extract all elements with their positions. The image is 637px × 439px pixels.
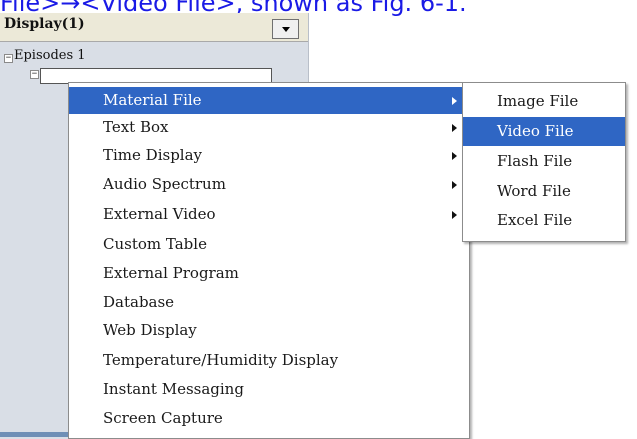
menu-item-label: Audio Spectrum <box>103 175 226 193</box>
menu-item-label: Temperature/Humidity Display <box>103 351 339 369</box>
tree-node-episodes[interactable]: Episodes 1 <box>14 48 86 63</box>
menu-item-instant-messaging[interactable]: Instant Messaging <box>69 376 469 403</box>
menu-item-temperature-humidity-display[interactable]: Temperature/Humidity Display <box>69 347 469 374</box>
context-menu: Material File Text Box Time Display Audi… <box>68 82 470 439</box>
menu-item-label: Web Display <box>103 321 197 339</box>
menu-item-time-display[interactable]: Time Display <box>69 142 469 169</box>
scrollbar[interactable] <box>0 432 70 437</box>
submenu-item-label: Flash File <box>497 152 573 170</box>
submenu-arrow-icon <box>452 97 457 105</box>
menu-item-label: Text Box <box>103 118 169 136</box>
submenu-item-label: Excel File <box>497 211 573 229</box>
menu-item-material-file[interactable]: Material File <box>69 87 469 114</box>
menu-item-text-box[interactable]: Text Box <box>69 114 469 141</box>
material-file-submenu: Image File Video File Flash File Word Fi… <box>462 82 626 242</box>
submenu-arrow-icon <box>452 124 457 132</box>
submenu-item-word-file[interactable]: Word File <box>463 177 625 206</box>
submenu-arrow-icon <box>452 211 457 219</box>
menu-item-label: External Video <box>103 205 216 223</box>
menu-item-screen-capture[interactable]: Screen Capture <box>69 405 469 432</box>
menu-item-external-video[interactable]: External Video <box>69 201 469 228</box>
panel-header: Display(1) <box>0 13 308 42</box>
submenu-arrow-icon <box>452 181 457 189</box>
menu-item-label: Custom Table <box>103 235 207 253</box>
panel-title: Display(1) <box>4 16 85 32</box>
menu-item-audio-spectrum[interactable]: Audio Spectrum <box>69 171 469 198</box>
menu-item-custom-table[interactable]: Custom Table <box>69 231 469 258</box>
menu-item-web-display[interactable]: Web Display <box>69 317 469 344</box>
tree-collapse-icon[interactable]: − <box>30 70 39 79</box>
submenu-item-image-file[interactable]: Image File <box>463 87 625 116</box>
menu-item-external-program[interactable]: External Program <box>69 260 469 287</box>
menu-item-label: Database <box>103 293 175 311</box>
submenu-item-video-file[interactable]: Video File <box>463 117 625 146</box>
tree-collapse-icon[interactable]: − <box>4 54 13 63</box>
submenu-item-flash-file[interactable]: Flash File <box>463 147 625 176</box>
submenu-item-label: Video File <box>497 122 574 140</box>
menu-item-label: Material File <box>103 91 202 109</box>
submenu-item-label: Word File <box>497 182 571 200</box>
menu-item-label: Instant Messaging <box>103 380 244 398</box>
submenu-item-label: Image File <box>497 92 579 110</box>
submenu-item-excel-file[interactable]: Excel File <box>463 206 625 235</box>
menu-item-label: Time Display <box>103 146 203 164</box>
menu-item-label: External Program <box>103 264 239 282</box>
chevron-down-icon[interactable] <box>272 19 299 39</box>
submenu-arrow-icon <box>452 152 457 160</box>
menu-item-label: Screen Capture <box>103 409 223 427</box>
menu-item-database[interactable]: Database <box>69 289 469 316</box>
